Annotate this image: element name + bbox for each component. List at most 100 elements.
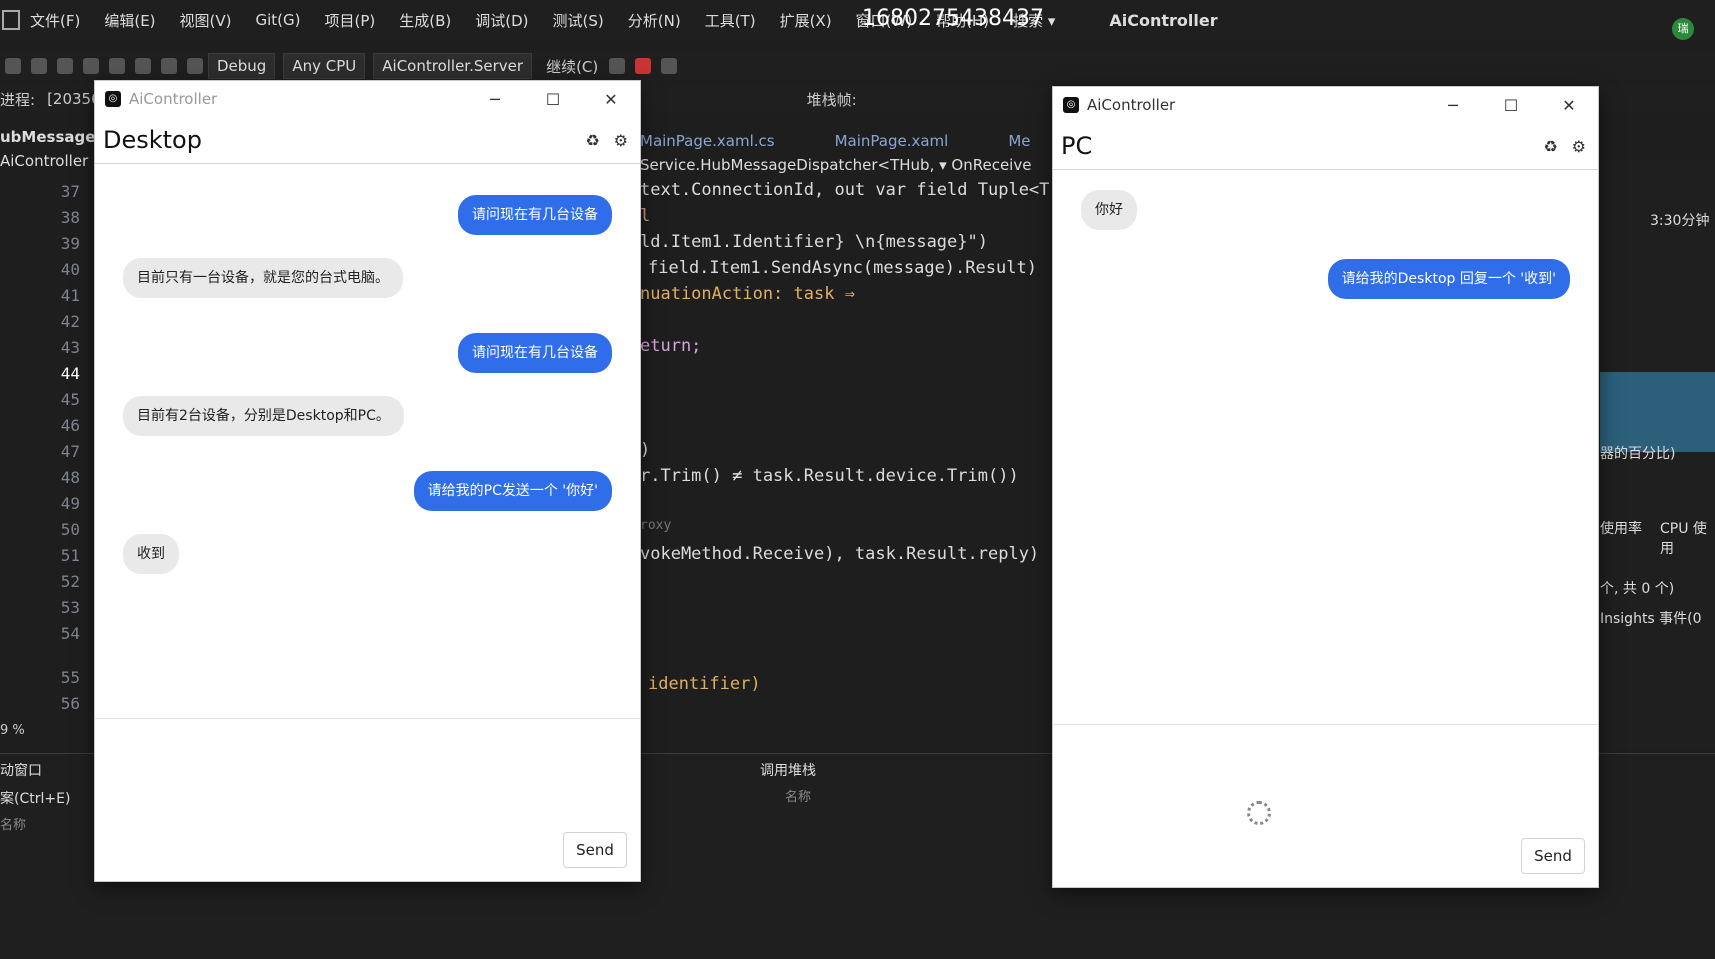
- maximize-icon[interactable]: ☐: [1482, 96, 1540, 115]
- tab-cpu-usage[interactable]: CPU 使用: [1660, 518, 1715, 558]
- back-icon[interactable]: [5, 58, 21, 74]
- editor-tabs: MainPage.xaml.cs MainPage.xaml Me: [640, 128, 1060, 154]
- avatar[interactable]: 瑞: [1672, 18, 1694, 40]
- minimize-icon[interactable]: ─: [1424, 96, 1482, 115]
- menu-git[interactable]: Git(G): [256, 11, 301, 29]
- autos-window-title[interactable]: 动窗口: [0, 760, 42, 780]
- startup-project-select[interactable]: AiController.Server: [373, 53, 533, 79]
- call-stack-title[interactable]: 调用堆栈: [760, 760, 816, 780]
- line-number: 56: [60, 694, 80, 713]
- diag-timer: 3:30分钟: [1650, 213, 1710, 229]
- gear-icon[interactable]: ⚙: [1572, 137, 1586, 156]
- line-number: 37: [60, 182, 80, 201]
- menu-extensions[interactable]: 扩展(X): [780, 10, 832, 31]
- message-input[interactable]: Send: [1053, 724, 1598, 886]
- undo-icon[interactable]: [161, 58, 177, 74]
- forward-icon[interactable]: [31, 58, 47, 74]
- send-button[interactable]: Send: [563, 832, 627, 868]
- pause-icon[interactable]: [609, 58, 626, 74]
- timestamp-overlay: 1680275438437: [862, 6, 1044, 31]
- message-incoming: 目前有2台设备，分别是Desktop和PC。: [123, 396, 404, 436]
- new-project-icon[interactable]: [57, 58, 73, 74]
- diag-percent-label: 器的百分比): [1600, 446, 1676, 462]
- minimize-icon[interactable]: ─: [466, 90, 524, 109]
- menu-view[interactable]: 视图(V): [180, 10, 232, 31]
- send-button[interactable]: Send: [1521, 838, 1585, 874]
- code-line: eturn;: [640, 336, 702, 356]
- code-line: vokeMethod.Receive), task.Result.reply): [640, 544, 1040, 564]
- stop-icon[interactable]: [635, 58, 652, 74]
- file-tab-left[interactable]: ubMessageD: [0, 128, 108, 146]
- message-incoming: 你好: [1081, 190, 1137, 230]
- continue-button[interactable]: 继续(C): [546, 56, 598, 77]
- title-bar[interactable]: ◎ AiController ─ ☐ ✕: [1053, 87, 1598, 123]
- menu-project[interactable]: 项目(P): [325, 10, 376, 31]
- platform-select[interactable]: Any CPU: [283, 53, 366, 79]
- message-input[interactable]: Send: [95, 718, 640, 880]
- menu-build[interactable]: 生成(B): [399, 10, 451, 31]
- menu-analyze[interactable]: 分析(N): [628, 10, 681, 31]
- redo-icon[interactable]: [187, 58, 203, 74]
- line-number: 50: [60, 520, 80, 539]
- recycle-icon[interactable]: ♻: [1543, 137, 1557, 156]
- autos-search[interactable]: 案(Ctrl+E): [0, 788, 70, 808]
- gear-icon[interactable]: ⚙: [614, 131, 628, 150]
- menu-tools[interactable]: 工具(T): [705, 10, 756, 31]
- message-incoming: 收到: [123, 534, 179, 574]
- loading-spinner-icon: [1247, 801, 1271, 825]
- close-icon[interactable]: ✕: [582, 90, 640, 109]
- code-editor[interactable]: text.ConnectionId, out var field Tuple<T…: [640, 180, 1060, 700]
- tab-mainpage-xaml[interactable]: MainPage.xaml: [835, 132, 949, 150]
- configuration-select[interactable]: Debug: [208, 53, 276, 79]
- menu-test[interactable]: 测试(S): [553, 10, 604, 31]
- window-title: AiController: [1087, 96, 1176, 114]
- recycle-icon[interactable]: ♻: [585, 131, 599, 150]
- message-outgoing: 请给我的PC发送一个 '你好': [413, 471, 612, 511]
- line-number: 48: [60, 468, 80, 487]
- save-icon[interactable]: [109, 58, 125, 74]
- line-number: 46: [60, 416, 80, 435]
- save-all-icon[interactable]: [135, 58, 151, 74]
- menu-file[interactable]: 文件(F): [30, 10, 80, 31]
- project-dropdown-left[interactable]: AiController: [0, 152, 92, 170]
- code-line: field.Item1.SendAsync(message).Result): [648, 258, 1037, 278]
- chat-header: Desktop ♻ ⚙: [95, 117, 640, 164]
- line-number: 55: [60, 668, 80, 687]
- line-number: 49: [60, 494, 80, 513]
- line-number: 53: [60, 598, 80, 617]
- menu-bar: 文件(F) 编辑(E) 视图(V) Git(G) 项目(P) 生成(B) 调试(…: [0, 0, 1715, 40]
- menu-edit[interactable]: 编辑(E): [104, 10, 155, 31]
- tab-other[interactable]: Me: [1008, 132, 1030, 150]
- title-bar[interactable]: ◎ AiController ─ ☐ ✕: [95, 81, 640, 117]
- menu-debug[interactable]: 调试(D): [475, 10, 528, 31]
- restart-icon[interactable]: [661, 58, 678, 74]
- solution-title: AiController: [1109, 10, 1218, 30]
- maximize-icon[interactable]: ☐: [524, 90, 582, 109]
- process-value[interactable]: [20356: [47, 90, 101, 108]
- code-line: r.Trim() ≠ task.Result.device.Trim()): [640, 466, 1019, 486]
- diag-insights: Insights 事件(0: [1600, 611, 1702, 627]
- device-name: Desktop: [103, 126, 202, 154]
- message-outgoing: 请问现在有几台设备: [458, 333, 612, 373]
- line-number: 39: [60, 234, 80, 253]
- line-numbers: 37 38 39 40 41 42 43 44 45 46 47 48 49 5…: [40, 182, 80, 720]
- cpu-graph: [1600, 372, 1715, 452]
- line-number: 54: [60, 624, 80, 643]
- zoom-level[interactable]: 9 %: [0, 723, 25, 738]
- tab-usage[interactable]: 使用率: [1600, 518, 1642, 538]
- tab-mainpage-xaml-cs[interactable]: MainPage.xaml.cs: [640, 132, 775, 150]
- line-number: 44: [60, 364, 80, 383]
- breadcrumb[interactable]: Service.HubMessageDispatcher<THub, ▾ OnR…: [640, 156, 1060, 180]
- close-icon[interactable]: ✕: [1540, 96, 1598, 115]
- code-line: roxy: [640, 518, 672, 533]
- open-icon[interactable]: [83, 58, 99, 74]
